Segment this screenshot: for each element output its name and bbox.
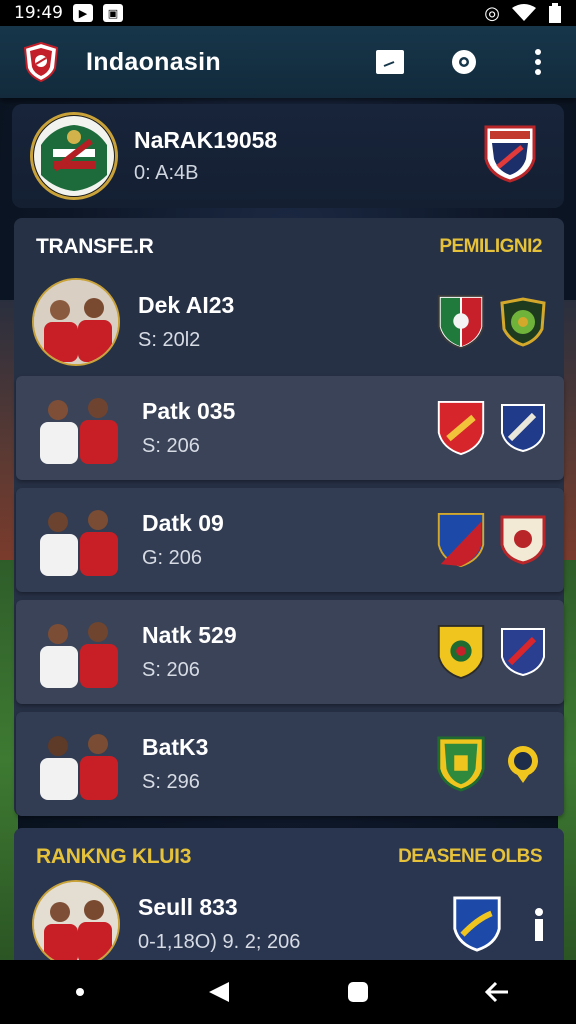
club-stat: 0-1,18O) 9. 2; 206 [138,931,301,953]
app-bar: Indaonasin [0,26,576,98]
message-icon[interactable] [374,46,406,78]
player-name: BatK3 [142,734,209,760]
profile-sub: 0: A:4B [134,162,199,184]
player-stat: S: 206 [142,435,200,457]
play-icon: ▶ [73,4,93,22]
back-triangle-icon[interactable] [199,972,239,1012]
player-photo [32,880,120,968]
location-pin-icon[interactable] [448,46,480,78]
player-photo [32,390,124,466]
player-stat: G: 206 [142,547,203,569]
club-badge-icon [501,628,545,677]
info-icon[interactable] [532,907,546,941]
status-bar: 19:49 ▶ ▣ ◎ [0,0,576,26]
location-marker-icon[interactable] [500,739,546,789]
player-name: Natk 529 [142,622,237,648]
transfer-row[interactable]: Natk 529 S: 206 [16,600,564,704]
location-icon: ◎ [484,2,500,24]
club-badge-icon [437,400,485,456]
profile-name: NaRAK19058 [134,127,278,153]
transfer-row[interactable]: BatK3 S: 296 [16,712,564,816]
transfer-row[interactable]: Datk 09 G: 206 [16,488,564,592]
wifi-icon [512,4,536,21]
battery-icon [549,3,561,23]
home-square-icon[interactable] [338,972,378,1012]
transfer-title: TRANSFE.R [36,235,154,258]
club-badge-icon [437,736,485,792]
club-badge-icon [453,896,501,952]
ranking-title: RANKNG KLUI3 [36,845,192,868]
photo-icon: ▣ [103,4,123,22]
player-stat: S: 20l2 [138,329,201,351]
club-badge-icon [501,404,545,453]
transfer-row[interactable]: Patk 035 S: 206 [16,376,564,480]
player-stat: S: 296 [142,771,200,793]
player-name: Patk 035 [142,398,236,424]
system-nav-bar [0,960,576,1024]
more-vertical-icon[interactable] [522,46,554,78]
team-badge [484,125,536,188]
transfer-header: TRANSFE.R PEMILIGNI2 [14,218,564,276]
transfer-see-all-link[interactable]: PEMILIGNI2 [439,236,542,258]
player-stat: S: 206 [142,659,200,681]
player-photo [32,614,124,690]
app-title: Indaonasin [86,47,221,76]
nav-dot-icon[interactable] [60,972,100,1012]
club-badge-icon [437,294,485,350]
ranking-row[interactable]: Seull 833 0-1,18O) 9. 2; 206 [16,878,564,970]
club-crest [30,112,118,200]
transfer-row[interactable]: Dek AI23 S: 20l2 [16,270,564,374]
player-photo [32,726,124,802]
status-time: 19:49 [14,3,63,23]
club-name: Seull 833 [138,894,238,920]
club-shield-logo [22,41,60,83]
club-badge-icon [437,512,485,568]
profile-card[interactable]: NaRAK19058 0: A:4B [12,104,564,208]
club-badge-icon [500,297,546,347]
club-badge-icon [500,515,546,565]
club-badge-icon [437,624,485,680]
back-arrow-icon[interactable] [477,972,517,1012]
player-name: Dek AI23 [138,292,235,318]
ranking-see-all-link[interactable]: DEASENE OLBS [398,846,542,868]
player-photo [32,502,124,578]
player-name: Datk 09 [142,510,224,536]
player-photo [32,278,120,366]
